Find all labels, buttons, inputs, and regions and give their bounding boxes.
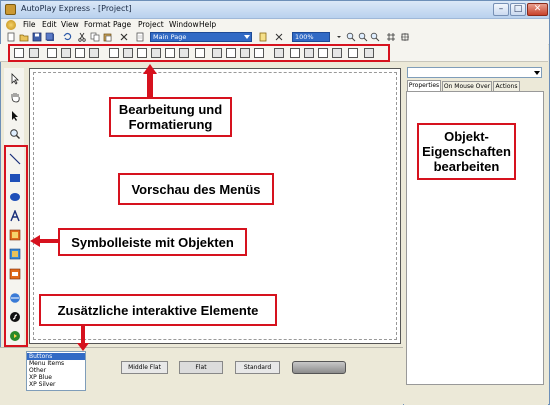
list-item[interactable]: Other xyxy=(27,367,85,374)
callout-interactive-elements: Zusätzliche interaktive Elemente xyxy=(39,294,277,326)
arrow-left-icon xyxy=(30,235,59,247)
chevron-down-icon xyxy=(244,35,250,39)
menu-file[interactable]: File xyxy=(23,19,36,31)
style-flat-button[interactable]: Flat xyxy=(179,361,223,374)
paste-icon[interactable] xyxy=(103,32,113,42)
delete-icon[interactable] xyxy=(119,32,129,42)
page-select[interactable]: Main Page xyxy=(150,32,252,42)
page-icon xyxy=(136,32,144,42)
callout-edit-format: Bearbeitung und Formatierung xyxy=(109,97,232,137)
remove-page-icon[interactable] xyxy=(274,32,284,42)
object-toolbar-highlight-frame xyxy=(4,145,28,347)
close-button[interactable]: ✕ xyxy=(527,3,548,16)
window-title: AutoPlay Express - [Project] xyxy=(21,4,132,13)
tab-properties[interactable]: Properties xyxy=(407,80,441,91)
select-pointer-icon[interactable] xyxy=(9,73,21,85)
hand-pan-icon[interactable] xyxy=(9,91,21,103)
arrow-up-icon xyxy=(143,64,157,98)
grid-icon[interactable] xyxy=(386,32,396,42)
zoom-fit-icon[interactable] xyxy=(370,32,380,42)
object-style-list[interactable]: Buttons Menu Items Other XP Blue XP Silv… xyxy=(26,351,86,391)
undo-icon[interactable] xyxy=(62,32,72,42)
new-page-icon[interactable] xyxy=(258,32,268,42)
save-icon[interactable] xyxy=(32,32,42,42)
chevron-down-icon xyxy=(534,71,540,75)
menu-format[interactable]: Format xyxy=(84,19,110,31)
menu-edit[interactable]: Edit xyxy=(42,19,57,31)
maximize-button[interactable]: □ xyxy=(510,3,526,16)
zoom-out-icon[interactable] xyxy=(358,32,368,42)
menu-project[interactable]: Project xyxy=(138,19,164,31)
menu-view[interactable]: View xyxy=(61,19,79,31)
zoom-select[interactable]: 100% xyxy=(292,32,330,42)
menu-bar: File Edit View Format Page Project Windo… xyxy=(1,19,549,31)
new-icon[interactable] xyxy=(6,32,16,42)
magnifier-icon[interactable] xyxy=(9,128,21,140)
save-all-icon[interactable] xyxy=(45,32,55,42)
object-select[interactable] xyxy=(407,67,542,78)
cut-icon[interactable] xyxy=(77,32,87,42)
tab-on-mouse-over[interactable]: On Mouse Over xyxy=(442,81,492,91)
list-item[interactable]: Buttons xyxy=(27,353,85,360)
style-standard-button[interactable]: Standard xyxy=(235,361,280,374)
arrow-down-icon xyxy=(77,326,89,351)
document-menu-icon[interactable] xyxy=(6,20,16,30)
arrow-pointer-icon[interactable] xyxy=(9,110,21,122)
page-select-value: Main Page xyxy=(153,33,187,41)
tab-actions[interactable]: Actions xyxy=(493,81,520,91)
list-item[interactable]: XP Blue xyxy=(27,374,85,381)
style-middle-flat-button[interactable]: Middle Flat xyxy=(121,361,168,374)
copy-icon[interactable] xyxy=(90,32,100,42)
callout-preview: Vorschau des Menüs xyxy=(118,173,274,205)
list-item[interactable]: XP Silver xyxy=(27,381,85,388)
menu-window[interactable]: Window xyxy=(169,19,199,31)
open-icon[interactable] xyxy=(19,32,29,42)
snap-icon[interactable] xyxy=(400,32,410,42)
menu-help[interactable]: Help xyxy=(199,19,216,31)
chevron-down-icon[interactable] xyxy=(334,32,344,42)
callout-properties: Objekt- Eigenschaften bearbeiten xyxy=(417,123,516,180)
app-icon xyxy=(5,4,16,15)
zoom-in-icon[interactable] xyxy=(346,32,356,42)
zoom-value: 100% xyxy=(295,33,314,41)
list-item[interactable]: Menu Items xyxy=(27,360,85,367)
menu-page[interactable]: Page xyxy=(113,19,131,31)
minimize-button[interactable]: – xyxy=(493,3,509,16)
title-bar[interactable]: AutoPlay Express - [Project] – □ ✕ xyxy=(1,1,549,19)
style-rounded-button[interactable] xyxy=(292,361,346,374)
callout-object-toolbar: Symbolleiste mit Objekten xyxy=(58,228,247,256)
formatting-highlight-frame xyxy=(8,44,390,62)
